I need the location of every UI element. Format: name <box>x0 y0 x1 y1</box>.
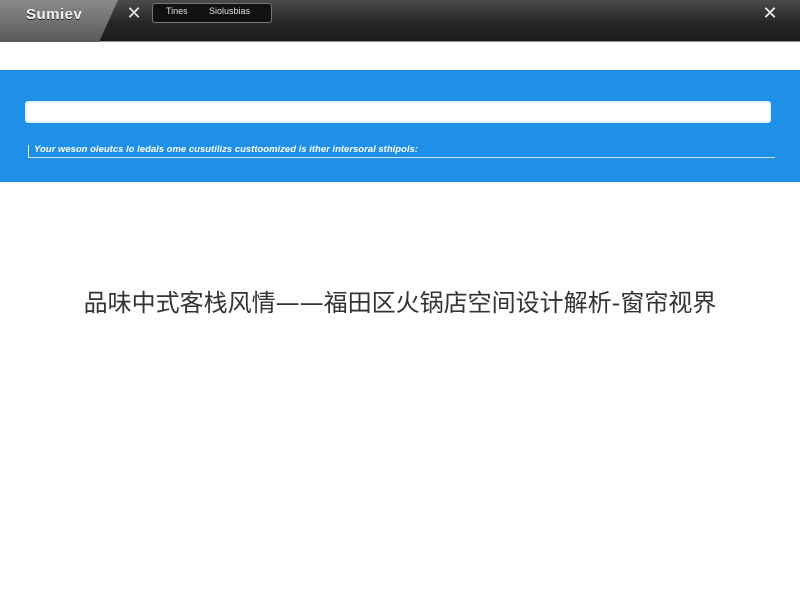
search-input[interactable] <box>25 101 771 123</box>
tab-tines[interactable]: Tines <box>166 6 188 16</box>
page-title: 品味中式客栈风情——福田区火锅店空间设计解析-窗帘视界 <box>83 289 717 317</box>
search-hint-text: Your weson oleutcs lo ledals ome cusutil… <box>34 144 418 155</box>
search-banner <box>0 70 800 182</box>
title-bar: Sumiev ✕ Tines Siolusbias ✕ <box>0 0 800 42</box>
close-window-icon[interactable]: ✕ <box>760 4 780 24</box>
close-icon[interactable]: ✕ <box>124 4 144 24</box>
tab-siolusbias[interactable]: Siolusbias <box>209 6 250 16</box>
app-logo: Sumiev <box>26 6 83 23</box>
